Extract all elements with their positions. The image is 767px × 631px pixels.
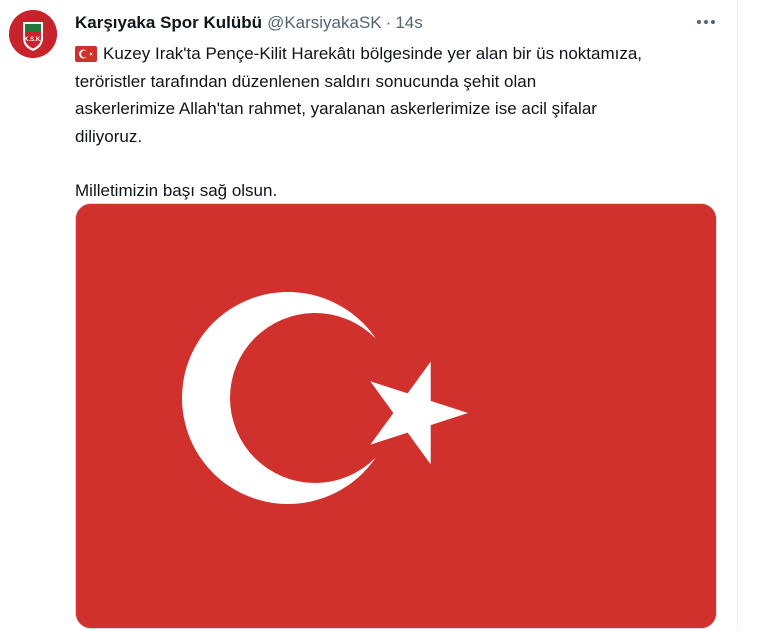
tweet-text-line: Kuzey Irak'ta Pençe-Kilit Harekâtı bölge… — [75, 40, 725, 68]
more-options-icon — [697, 20, 715, 24]
tweet-text-line-5: Milletimizin başı sağ olsun. — [75, 181, 278, 200]
tweet-text-line-1: Kuzey Irak'ta Pençe-Kilit Harekâtı bölge… — [103, 44, 643, 63]
tweet-image-turkish-flag[interactable] — [75, 203, 717, 629]
turkish-flag-image — [76, 204, 716, 628]
timeline-border — [737, 0, 738, 631]
tweet-header: Karşıyaka Spor Kulübü @KarsiyakaSK · 14s — [75, 11, 423, 35]
tweet-text-line-2: teröristler tarafından düzenlenen saldır… — [75, 71, 537, 91]
logo-text: K.S.K. — [24, 37, 42, 43]
user-handle[interactable]: @KarsiyakaSK — [267, 13, 382, 33]
avatar[interactable]: K.S.K. — [9, 10, 57, 58]
tweet-text-line-3: askerlerimize Allah'tan rahmet, yaralana… — [75, 99, 597, 118]
display-name[interactable]: Karşıyaka Spor Kulübü — [75, 13, 262, 33]
tweet-text-line-4: diliyoruz. — [75, 126, 143, 146]
tweet[interactable]: K.S.K. Karşıyaka Spor Kulübü @KarsiyakaS… — [0, 0, 767, 631]
turkey-flag-icon — [75, 46, 97, 62]
club-logo-icon: K.S.K. — [9, 10, 57, 58]
tweet-text: Kuzey Irak'ta Pençe-Kilit Harekâtı bölge… — [75, 40, 725, 205]
separator-dot: · — [385, 13, 392, 32]
more-options-button[interactable] — [690, 8, 722, 36]
timestamp[interactable]: 14s — [395, 13, 422, 33]
